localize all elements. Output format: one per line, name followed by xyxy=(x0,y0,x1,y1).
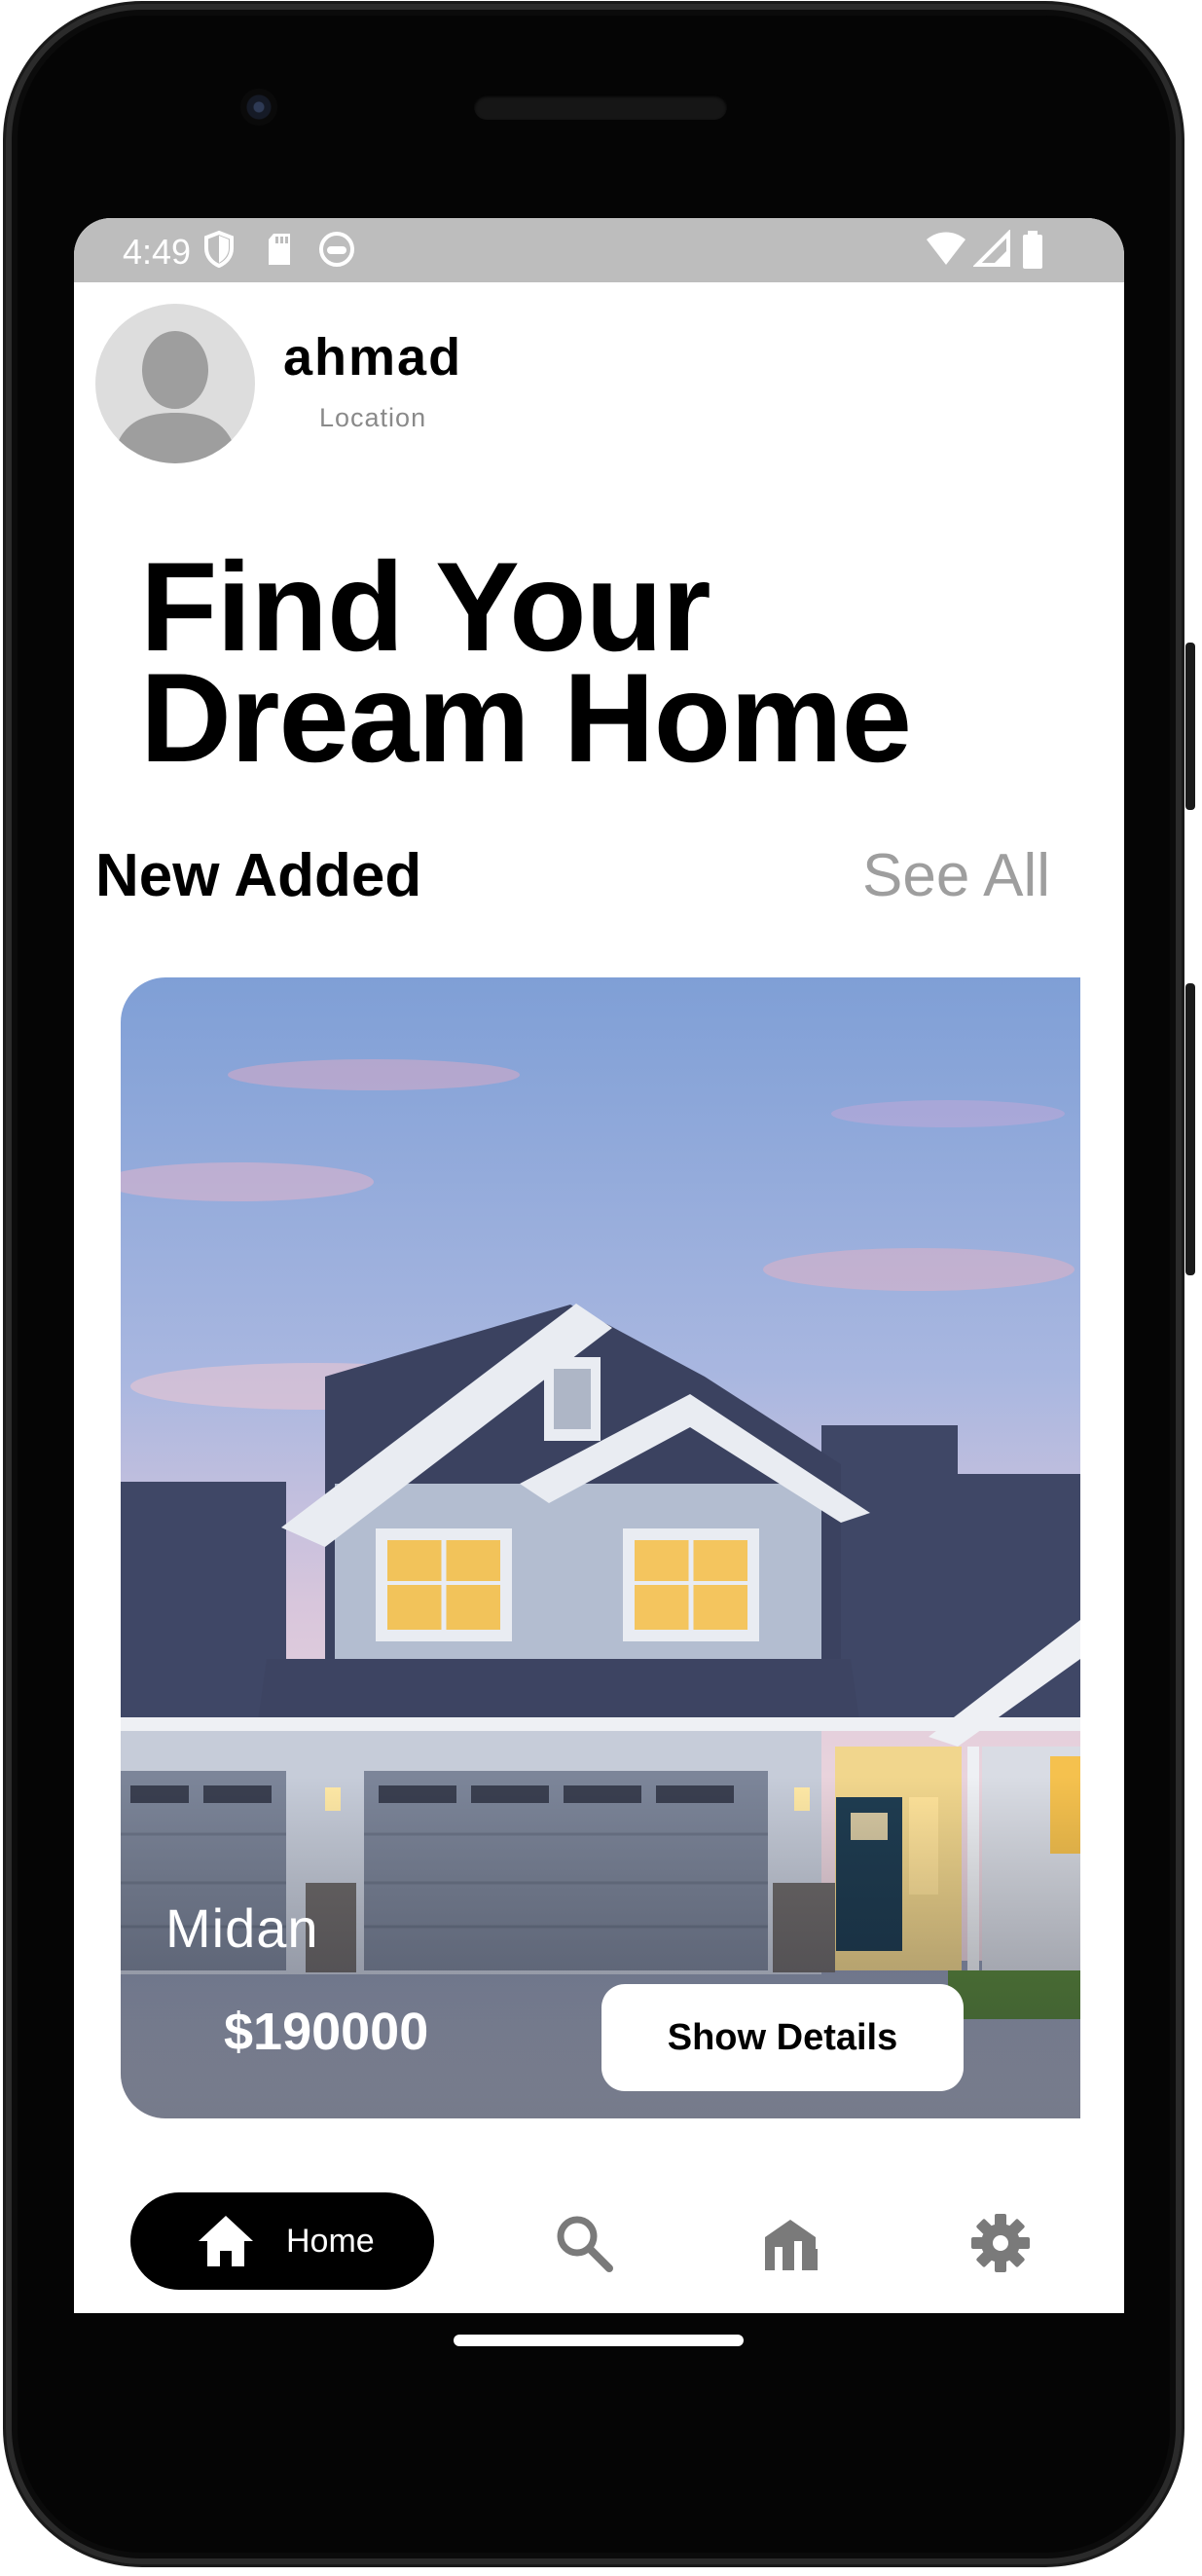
power-button[interactable] xyxy=(1185,643,1195,810)
buildings-icon[interactable] xyxy=(761,2212,823,2274)
gear-icon[interactable] xyxy=(969,2212,1032,2274)
headline-line-1: Find Your xyxy=(140,535,711,678)
home-icon xyxy=(199,2216,253,2266)
wifi-icon xyxy=(927,232,965,265)
status-bar: 4:49 xyxy=(74,218,1124,282)
nav-home-label: Home xyxy=(286,2222,375,2260)
front-camera xyxy=(240,89,277,126)
section-title: New Added xyxy=(95,842,422,909)
page-headline: Find Your Dream Home xyxy=(140,535,912,789)
status-time: 4:49 xyxy=(123,232,192,272)
earpiece-speaker xyxy=(474,94,727,120)
app-screen: 4:49 ahmad Location Find Your Dream Home… xyxy=(74,218,1124,2313)
search-icon[interactable] xyxy=(553,2212,615,2274)
sd-card-icon xyxy=(269,234,290,265)
shield-icon xyxy=(204,230,234,269)
person-placeholder-icon xyxy=(113,331,237,463)
profile-location: Location xyxy=(319,403,427,432)
phone-frame: 4:49 ahmad Location Find Your Dream Home… xyxy=(6,4,1182,2564)
headline-line-2: Dream Home xyxy=(140,646,912,789)
app-face-icon xyxy=(319,232,354,267)
volume-button[interactable] xyxy=(1185,983,1195,1275)
signal-icon xyxy=(973,230,1010,267)
listing-name: Midan xyxy=(165,1897,319,1959)
see-all-link[interactable]: See All xyxy=(862,841,1050,910)
profile-name: ahmad xyxy=(283,328,463,386)
listing-price: $190000 xyxy=(224,2003,429,2061)
avatar[interactable] xyxy=(95,304,255,463)
show-details-button[interactable]: Show Details xyxy=(601,1984,964,2091)
gesture-home-bar[interactable] xyxy=(454,2335,744,2346)
property-card[interactable]: Midan $190000 Show Details xyxy=(121,977,1080,2118)
battery-icon xyxy=(1023,231,1042,269)
nav-item-home[interactable]: Home xyxy=(130,2192,434,2290)
